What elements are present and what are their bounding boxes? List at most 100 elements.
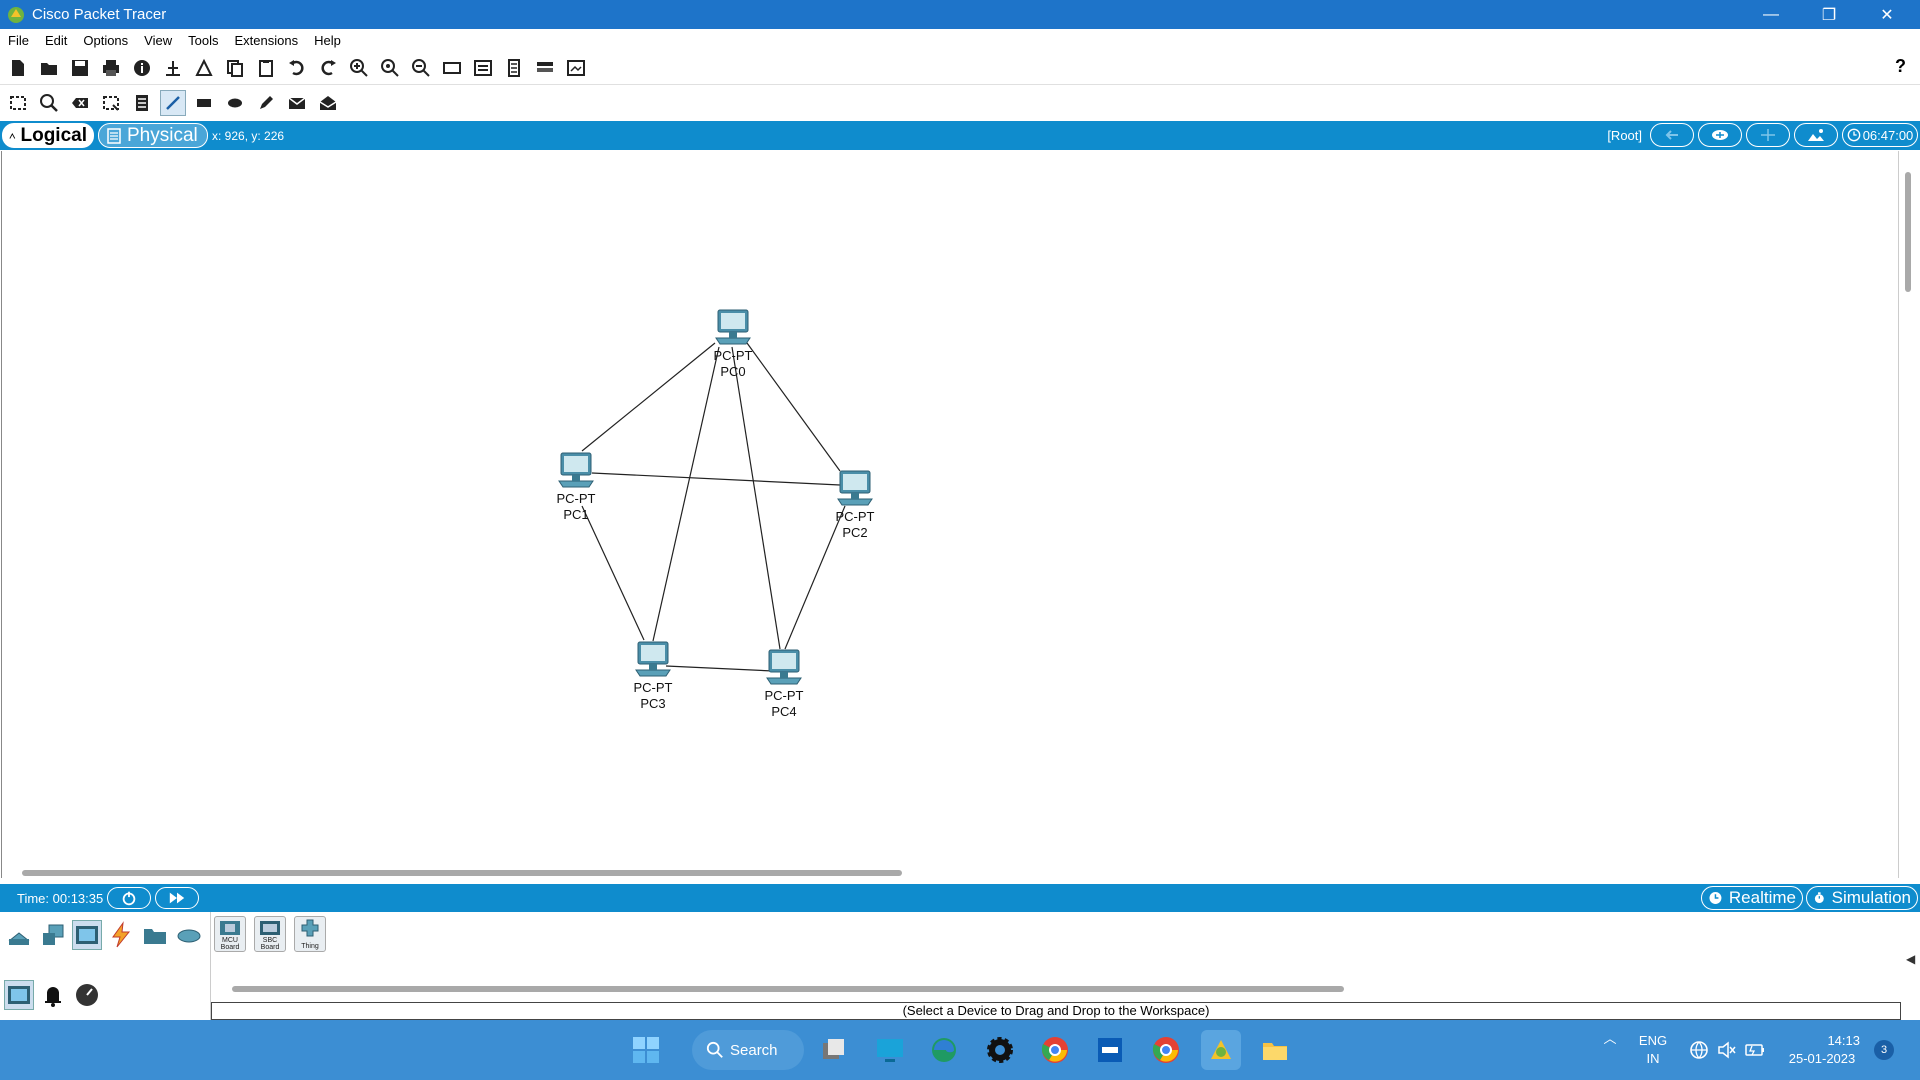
file-explorer-button[interactable] [1255,1030,1295,1070]
fast-forward-button[interactable] [155,887,200,909]
search-icon [706,1041,723,1058]
chrome-button[interactable] [1035,1030,1075,1070]
zoom-out-button[interactable] [408,55,434,81]
device-pc4[interactable]: PC-PT PC4 [754,648,814,720]
network-globe-icon[interactable] [1688,1039,1710,1061]
device-pc3[interactable]: PC-PT PC3 [623,640,683,712]
select-tool[interactable] [5,90,31,116]
category-multiuser[interactable] [174,920,204,950]
close-button[interactable]: ✕ [1858,0,1916,29]
redo-icon [321,60,336,76]
desktop-app-button[interactable] [870,1030,910,1070]
menu-options[interactable]: Options [75,29,136,52]
category-miscellaneous[interactable] [140,920,170,950]
paste-button[interactable] [253,55,279,81]
print-button[interactable] [98,55,124,81]
viewport-button[interactable] [501,55,527,81]
root-breadcrumb[interactable]: [Root] [1607,128,1642,143]
tray-overflow-chevron[interactable]: ︿ [1600,1030,1620,1048]
edge-browser-button[interactable] [924,1030,964,1070]
task-view-button[interactable] [814,1030,854,1070]
menu-tools[interactable]: Tools [180,29,226,52]
workspace-vertical-scrollbar[interactable] [1905,172,1911,292]
minimize-button[interactable]: — [1742,0,1800,29]
menu-edit[interactable]: Edit [37,29,75,52]
copy-button[interactable] [222,55,248,81]
tab-logical[interactable]: Logical [2,123,94,148]
zoom-in-button[interactable] [346,55,372,81]
menu-file[interactable]: File [0,29,37,52]
new-file-button[interactable] [5,55,31,81]
workspace-horizontal-scrollbar[interactable] [22,870,902,876]
menu-help[interactable]: Help [306,29,349,52]
info-button[interactable] [129,55,155,81]
power-cycle-button[interactable] [107,887,152,909]
category-network-devices[interactable] [4,920,34,950]
panel-collapse-arrow[interactable]: ◀ [1906,952,1915,966]
move-object-button[interactable] [1746,123,1790,147]
category-end-devices[interactable] [38,920,68,950]
draw-ellipse-tool[interactable] [222,90,248,116]
intel-app-button[interactable] [1090,1030,1130,1070]
ipc-button[interactable] [563,55,589,81]
draw-rectangle-tool[interactable] [191,90,217,116]
subcategory-boards[interactable] [4,980,34,1010]
viewport-clock[interactable]: 06:47:00 [1842,123,1918,147]
resize-shape-tool[interactable] [98,90,124,116]
packet-tracer-taskbar-button[interactable] [1201,1030,1241,1070]
settings-app-button[interactable] [980,1030,1020,1070]
undo-button[interactable] [284,55,310,81]
device-pc1[interactable]: PC-PT PC1 [546,451,606,523]
add-complex-pdu-tool[interactable] [315,90,341,116]
open-file-button[interactable] [36,55,62,81]
language-indicator[interactable]: ENG IN [1636,1032,1670,1068]
activity-wizard-button[interactable] [191,55,217,81]
device-pc2[interactable]: PC-PT PC2 [825,469,885,541]
inspect-tool[interactable] [36,90,62,116]
simulation-mode-button[interactable]: Simulation [1806,886,1918,910]
set-background-button[interactable] [1794,123,1838,147]
network-info-button[interactable] [160,55,186,81]
realtime-mode-button[interactable]: Realtime [1701,886,1803,910]
menu-view[interactable]: View [136,29,180,52]
zoom-out-icon [412,59,430,77]
network-controller-button[interactable] [532,55,558,81]
add-simple-pdu-tool[interactable] [284,90,310,116]
device-tile-thing[interactable]: Thing [294,916,326,952]
tab-physical[interactable]: Physical [98,123,208,148]
help-button[interactable]: ? [1895,56,1906,77]
place-note-tool[interactable] [129,90,155,116]
restore-button[interactable]: ❐ [1800,0,1858,29]
custom-device-dialog-button[interactable] [470,55,496,81]
logical-workspace[interactable]: PC-PT PC0 PC-PT PC1 PC-PT PC2 PC-PT PC3 … [1,151,1899,878]
back-button[interactable] [1650,123,1694,147]
device-list-scrollbar[interactable] [232,986,1344,992]
device-tile-mcu-board[interactable]: MCU Board [214,916,246,952]
notification-badge[interactable]: 3 [1874,1040,1894,1060]
taskbar-search[interactable]: Search [692,1030,804,1070]
board-icon [8,986,30,1004]
category-connections[interactable] [106,920,136,950]
subcategory-actuators[interactable] [38,980,68,1010]
redo-button[interactable] [315,55,341,81]
device-pc0[interactable]: PC-PT PC0 [703,308,763,380]
category-components[interactable] [72,920,102,950]
drawing-palette-button[interactable] [439,55,465,81]
chrome-icon [1041,1037,1068,1063]
zoom-reset-icon [381,59,399,77]
select-icon [10,95,26,110]
zoom-reset-button[interactable] [377,55,403,81]
freeform-tool[interactable] [253,90,279,116]
chrome-profile-button[interactable] [1146,1030,1186,1070]
battery-icon[interactable] [1744,1039,1766,1061]
system-clock[interactable]: 14:13 25-01-2023 [1784,1032,1860,1068]
device-tile-sbc-board[interactable]: SBC Board [254,916,286,952]
start-button[interactable] [626,1030,666,1070]
new-cluster-button[interactable] [1698,123,1742,147]
subcategory-sensors[interactable] [72,980,102,1010]
delete-tool[interactable] [67,90,93,116]
volume-muted-icon[interactable] [1716,1039,1738,1061]
draw-line-tool[interactable] [160,89,186,116]
save-button[interactable] [67,55,93,81]
menu-extensions[interactable]: Extensions [226,29,306,52]
